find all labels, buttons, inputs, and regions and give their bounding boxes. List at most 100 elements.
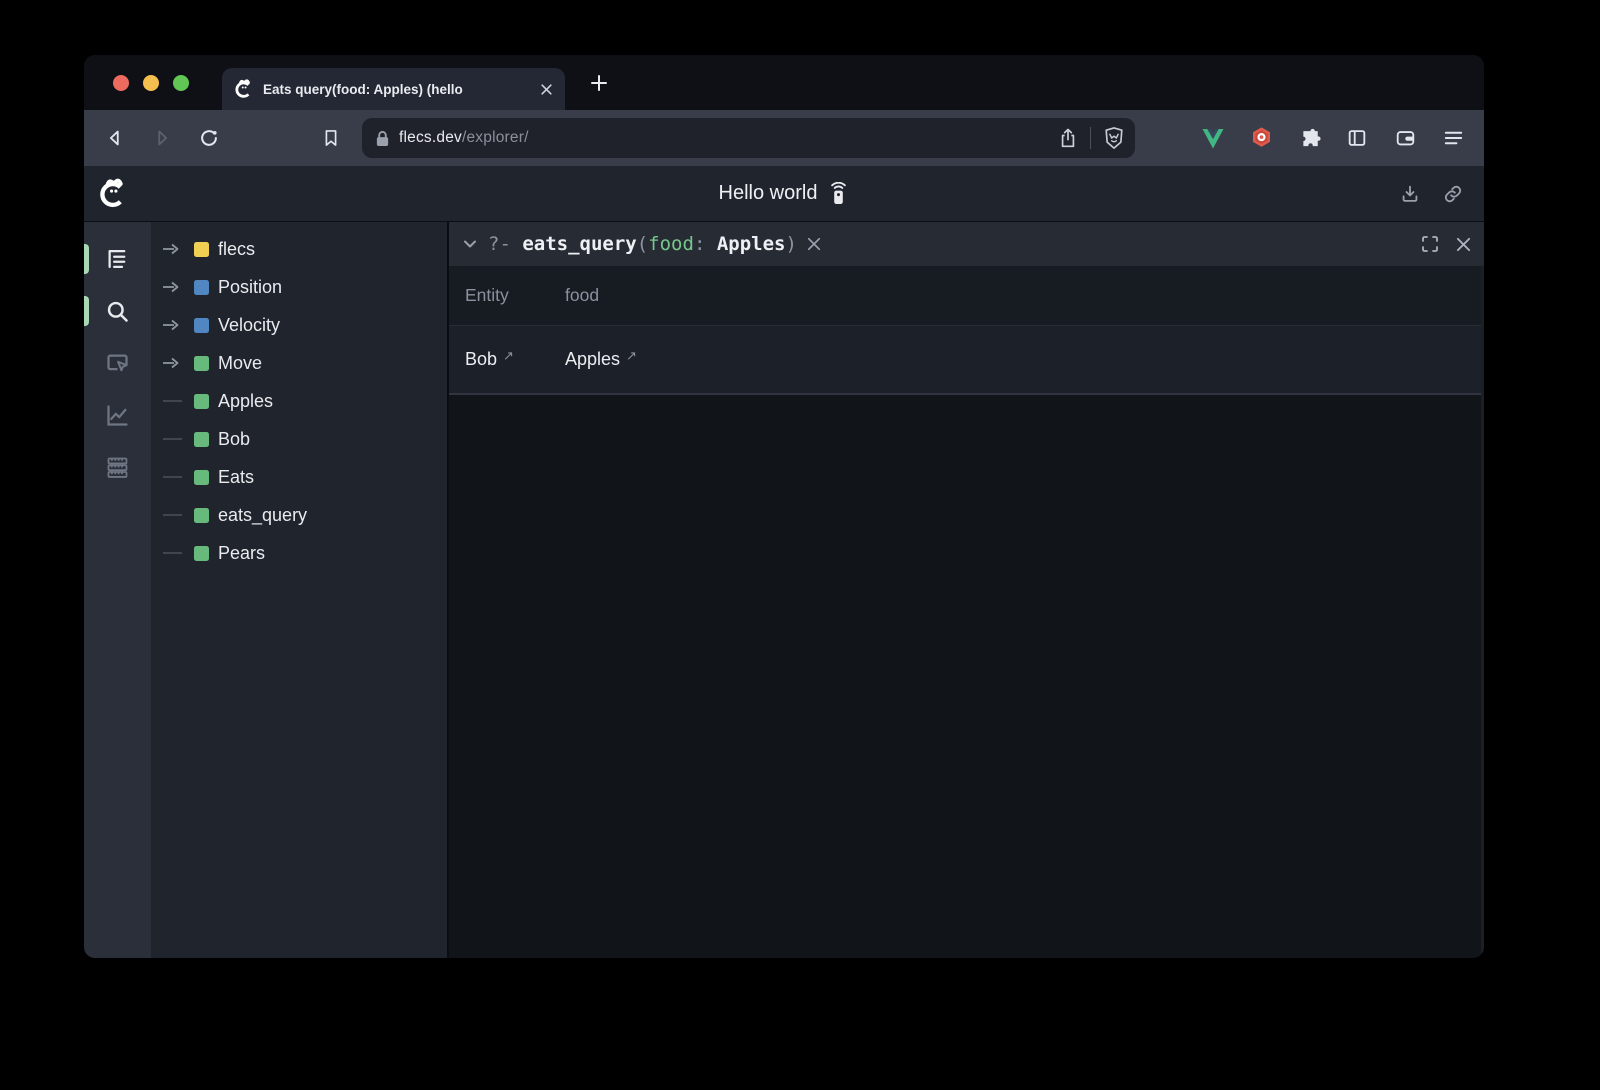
expand-arrow-icon[interactable] [160,281,194,293]
query-header: ?- eats_query(food: Apples) [449,222,1484,266]
vue-devtools-icon[interactable] [1196,121,1230,155]
screenshot-stage: Eats query(food: Apples) (hello [0,0,1600,1090]
tree-item-label: Move [218,353,262,374]
query-expression: ?- eats_query(food: Apples) [488,233,797,255]
column-header-entity: Entity [465,285,565,306]
tree-item-Apples[interactable]: Apples [151,382,447,420]
brave-shield-icon[interactable] [1103,126,1125,150]
tree-item-Eats[interactable]: Eats [151,458,447,496]
entity-tree: flecs Position Velocity Move Apples Bob Eats ea… [151,222,447,958]
menu-icon[interactable] [1436,121,1470,155]
active-indicator [84,296,89,326]
tab-title: Eats query(food: Apples) (hello [263,82,531,97]
entity-color-square [194,508,209,523]
inspect-element-icon[interactable] [103,348,133,378]
fullscreen-icon[interactable] [1421,235,1439,253]
search-icon[interactable] [103,296,133,326]
tree-item-label: Eats [218,467,254,488]
tree-item-Bob[interactable]: Bob [151,420,447,458]
window-controls [113,55,189,110]
reload-button[interactable] [192,121,226,155]
url-host: flecs.dev [399,129,462,146]
download-icon[interactable] [1393,177,1427,211]
tree-item-label: eats_query [218,505,307,526]
leaf-dash-icon [160,547,194,559]
remote-connection-icon [828,182,849,206]
extensions-puzzle-icon[interactable] [1292,121,1326,155]
open-entity-arrow-icon[interactable]: ↗ [503,348,514,364]
entity-color-square [194,318,209,333]
query-result-header: Entityfood [449,266,1484,325]
column-header-food: food [565,285,725,306]
tree-item-Position[interactable]: Position [151,268,447,306]
explorer-content: flecs Position Velocity Move Apples Bob Eats ea… [84,222,1484,958]
expand-arrow-icon[interactable] [160,319,194,331]
flecs-logo-icon[interactable] [98,178,129,209]
panel-close-icon[interactable] [1456,237,1471,252]
panel-rail [84,222,151,958]
cell-entity: Bob↗ [465,349,565,370]
tree-item-label: Position [218,277,282,298]
minimize-window-button[interactable] [143,75,159,91]
query-panel: ?- eats_query(food: Apples) Entityfood [447,222,1484,958]
cell-food: Apples↗ [565,349,725,370]
leaf-dash-icon [160,433,194,445]
hexagon-extension-icon[interactable] [1244,121,1278,155]
tree-view-icon[interactable] [103,244,133,274]
forward-button[interactable] [145,121,179,155]
chevron-down-icon[interactable] [462,236,478,252]
leaf-dash-icon [160,509,194,521]
leaf-dash-icon [160,471,194,483]
tab-close-icon[interactable] [540,83,553,96]
tree-item-Move[interactable]: Move [151,344,447,382]
entity-color-square [194,356,209,371]
entity-color-square [194,470,209,485]
panel-empty-area [449,395,1484,958]
entity-color-square [194,280,209,295]
tree-item-label: flecs [218,239,255,260]
query-result-rows: Bob↗Apples↗ [449,325,1484,395]
browser-tab[interactable]: Eats query(food: Apples) (hello [222,68,565,110]
back-button[interactable] [98,121,132,155]
tree-item-eats_query[interactable]: eats_query [151,496,447,534]
entity-color-square [194,432,209,447]
stats-chart-icon[interactable] [103,400,133,430]
flecs-favicon-icon [234,79,254,99]
bookmark-icon[interactable] [314,121,348,155]
url-text: flecs.dev/explorer/ [399,129,1058,147]
browser-toolbar: flecs.dev/explorer/ [84,110,1484,166]
world-title-label: Hello world [719,182,818,205]
tree-item-flecs[interactable]: flecs [151,230,447,268]
leaf-dash-icon [160,395,194,407]
sidebar-toggle-icon[interactable] [1340,121,1374,155]
world-title: Hello world [84,182,1484,206]
query-clear-icon[interactable] [807,237,821,251]
entity-color-square [194,546,209,561]
url-bar[interactable]: flecs.dev/explorer/ [362,118,1135,158]
browser-tab-bar: Eats query(food: Apples) (hello [84,55,1484,110]
url-path: /explorer/ [462,129,529,146]
tree-item-Pears[interactable]: Pears [151,534,447,572]
tree-item-label: Pears [218,543,265,564]
expand-arrow-icon[interactable] [160,243,194,255]
tree-item-label: Velocity [218,315,280,336]
app-header: Hello world [84,166,1484,222]
close-window-button[interactable] [113,75,129,91]
scrollbar-track[interactable] [1481,266,1484,958]
tree-item-label: Bob [218,429,250,450]
table-row: Bob↗Apples↗ [449,325,1484,395]
open-entity-arrow-icon[interactable]: ↗ [626,348,637,364]
tree-item-Velocity[interactable]: Velocity [151,306,447,344]
divider [1090,127,1091,149]
memory-icon[interactable] [103,452,133,482]
tree-item-label: Apples [218,391,273,412]
share-icon[interactable] [1058,127,1078,149]
expand-arrow-icon[interactable] [160,357,194,369]
lock-icon [375,130,390,147]
zoom-window-button[interactable] [173,75,189,91]
extension-icons [1196,121,1470,155]
active-indicator [84,244,89,274]
new-tab-button[interactable] [589,73,609,93]
wallet-icon[interactable] [1388,121,1422,155]
copy-link-icon[interactable] [1436,177,1470,211]
